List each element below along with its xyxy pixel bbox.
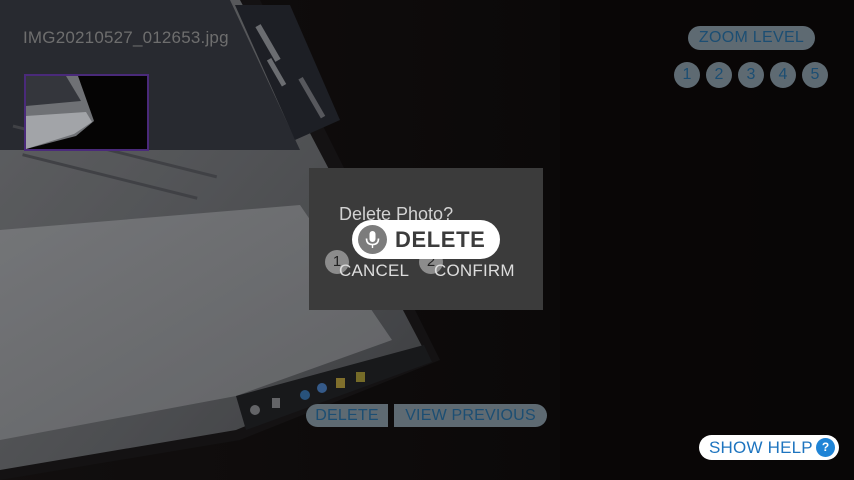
zoom-level-5-button[interactable]: 5 xyxy=(802,62,828,88)
zoom-level-3-button[interactable]: 3 xyxy=(738,62,764,88)
delete-button[interactable]: DELETE xyxy=(306,404,388,427)
zoom-level-1-button[interactable]: 1 xyxy=(674,62,700,88)
view-previous-button[interactable]: VIEW PREVIOUS xyxy=(394,404,547,427)
thumbnail-image xyxy=(26,76,147,149)
photo-filename: IMG20210527_012653.jpg xyxy=(23,28,229,47)
show-help-label: SHOW HELP xyxy=(709,438,813,457)
photo-thumbnail[interactable] xyxy=(24,74,149,151)
help-question-icon: ? xyxy=(816,438,835,457)
voice-command-text: DELETE xyxy=(395,227,486,252)
zoom-level-4-button[interactable]: 4 xyxy=(770,62,796,88)
confirm-button[interactable]: CONFIRM xyxy=(434,261,515,281)
microphone-icon xyxy=(358,225,387,254)
zoom-level-label[interactable]: ZOOM LEVEL xyxy=(688,26,815,50)
show-help-button[interactable]: SHOW HELP ? xyxy=(699,435,839,460)
voice-command-bubble: DELETE xyxy=(352,220,500,259)
photo-viewer: IMG20210527_012653.jpg ZOOM LEVEL 1 2 3 … xyxy=(0,0,854,480)
cancel-button[interactable]: CANCEL xyxy=(339,261,409,281)
zoom-level-2-button[interactable]: 2 xyxy=(706,62,732,88)
